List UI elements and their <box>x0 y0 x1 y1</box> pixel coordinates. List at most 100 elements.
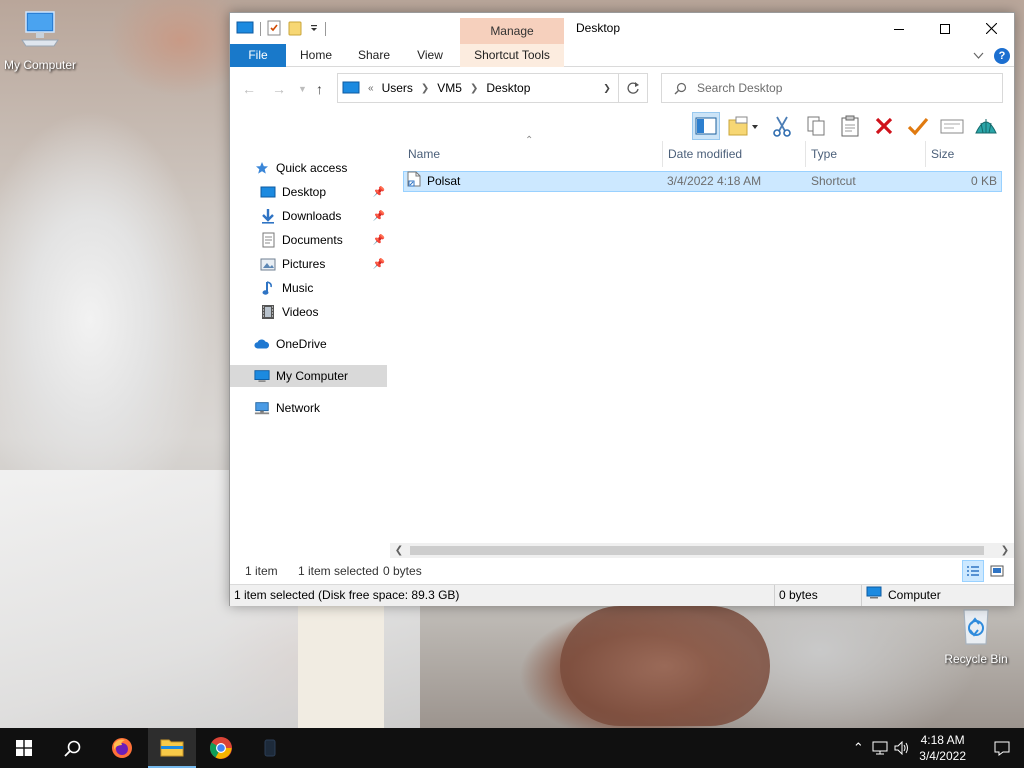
location-zone: Computer <box>862 585 1014 606</box>
navigation-pane-icon <box>695 117 717 135</box>
nav-music[interactable]: Music <box>260 277 387 299</box>
selection-bytes: 0 bytes <box>775 585 862 606</box>
title-bar[interactable]: Manage Desktop <box>230 13 1014 44</box>
navigation-pane-button[interactable] <box>692 112 720 140</box>
file-name-cell: Polsat <box>407 171 460 191</box>
selection-count: 1 item selected <box>298 564 379 578</box>
refresh-button[interactable] <box>619 73 648 103</box>
chevron-right-icon[interactable]: ❯ <box>421 83 429 94</box>
document-icon <box>260 232 276 248</box>
ribbon-controls: ? <box>973 48 1010 64</box>
horizontal-scrollbar[interactable]: ❮ ❯ <box>390 543 1014 558</box>
column-header-name[interactable]: Name <box>403 141 663 167</box>
desktop-icon-my-computer[interactable]: My Computer <box>0 10 80 72</box>
chevron-right-icon[interactable]: ❯ <box>470 83 478 94</box>
nav-pinned-pictures[interactable]: Pictures 📌 <box>260 253 387 275</box>
clock[interactable]: 4:18 AM 3/4/2022 <box>919 732 966 764</box>
nav-pinned-downloads[interactable]: Downloads 📌 <box>260 205 387 227</box>
copy-button[interactable] <box>802 112 830 140</box>
cut-button[interactable] <box>768 112 796 140</box>
scroll-right-icon[interactable]: ❯ <box>998 543 1012 558</box>
folder-icon <box>160 739 184 757</box>
recent-locations-icon[interactable]: ▼ <box>298 84 307 94</box>
tab-share[interactable]: Share <box>350 44 398 67</box>
file-explorer-taskbar-button[interactable] <box>148 728 196 768</box>
expand-ribbon-icon[interactable] <box>973 49 984 63</box>
close-button[interactable] <box>968 13 1014 44</box>
nav-pinned-desktop[interactable]: Desktop 📌 <box>260 181 387 203</box>
properties-icon[interactable] <box>267 20 281 39</box>
nav-network[interactable]: Network <box>254 397 387 419</box>
toolbar-separator <box>325 22 326 36</box>
column-header-type[interactable]: Type <box>806 141 926 167</box>
details-view-button[interactable] <box>962 560 984 582</box>
properties-card-icon <box>940 119 964 134</box>
taskbar: ⌃ 4:18 AM 3/4/2022 <box>0 728 1024 768</box>
scrollbar-thumb[interactable] <box>410 546 984 555</box>
network-tray-icon[interactable] <box>869 728 891 768</box>
maximize-button[interactable] <box>922 13 968 44</box>
nav-videos[interactable]: Videos <box>260 301 387 323</box>
new-folder-icon[interactable] <box>287 20 303 39</box>
paste-button[interactable] <box>836 112 864 140</box>
pinned-app-taskbar-button[interactable] <box>246 728 294 768</box>
tab-shortcut-tools[interactable]: Shortcut Tools <box>460 44 564 67</box>
clock-time: 4:18 AM <box>920 733 965 747</box>
back-arrow-icon[interactable]: ← <box>242 81 256 97</box>
nav-pinned-documents[interactable]: Documents 📌 <box>260 229 387 251</box>
shell-icon <box>975 119 997 134</box>
windows-logo-icon <box>16 740 32 756</box>
layout-menu-button[interactable] <box>726 112 762 140</box>
volume-icon[interactable] <box>891 728 913 768</box>
nav-quick-access[interactable]: Quick access <box>254 157 387 179</box>
delete-button[interactable] <box>870 112 898 140</box>
download-arrow-icon <box>260 208 276 224</box>
view-switcher <box>962 560 1008 582</box>
breadcrumb-desktop[interactable]: Desktop <box>486 81 530 95</box>
desktop-icon-label: My Computer <box>3 58 77 72</box>
nav-label: OneDrive <box>276 337 327 351</box>
search-icon <box>63 740 80 757</box>
command-toolbar <box>692 111 1000 141</box>
pin-icon: 📌 <box>372 210 385 222</box>
column-header-size[interactable]: Size <box>926 141 1004 167</box>
nav-label: My Computer <box>276 369 349 383</box>
firefox-taskbar-button[interactable] <box>98 728 146 768</box>
breadcrumb-users[interactable]: Users <box>382 81 413 95</box>
column-header-date-modified[interactable]: Date modified <box>663 141 806 167</box>
scroll-left-icon[interactable]: ❮ <box>392 543 406 558</box>
tab-file[interactable]: File <box>230 44 286 67</box>
customize-toolbar-dropdown-icon[interactable] <box>309 22 319 36</box>
large-icons-view-button[interactable] <box>986 560 1008 582</box>
up-arrow-icon[interactable]: ↑ <box>316 81 323 97</box>
system-tray: ⌃ 4:18 AM 3/4/2022 <box>847 728 1024 768</box>
start-button[interactable] <box>0 728 48 768</box>
desktop-folder-icon <box>260 184 276 200</box>
breadcrumb-vm5[interactable]: VM5 <box>437 81 462 95</box>
help-icon[interactable]: ? <box>994 48 1010 64</box>
file-row[interactable]: Polsat 3/4/2022 4:18 AM Shortcut 0 KB <box>403 171 1002 192</box>
notifications-icon[interactable] <box>980 728 1024 768</box>
breadcrumb-overflow[interactable]: « <box>368 83 374 94</box>
status-bar: 1 item 1 item selected 0 bytes <box>230 560 1014 582</box>
forward-arrow-icon[interactable]: → <box>272 81 286 97</box>
tab-home[interactable]: Home <box>292 44 340 67</box>
chrome-taskbar-button[interactable] <box>197 728 245 768</box>
copy-icon <box>807 116 825 136</box>
show-hidden-icons-icon[interactable]: ⌃ <box>847 728 869 768</box>
search-input[interactable] <box>697 81 977 95</box>
properties-button[interactable] <box>938 112 966 140</box>
shell-button[interactable] <box>972 112 1000 140</box>
window-app-icon[interactable] <box>236 21 254 38</box>
search-taskbar-button[interactable] <box>48 728 96 768</box>
address-bar[interactable]: « Users ❯ VM5 ❯ Desktop ❯ <box>337 73 619 103</box>
search-box[interactable] <box>661 73 1003 103</box>
minimize-button[interactable] <box>876 13 922 44</box>
nav-my-computer[interactable]: My Computer <box>230 365 387 387</box>
desktop-icon-recycle-bin[interactable]: Recycle Bin <box>936 606 1016 666</box>
cloud-icon <box>254 336 270 352</box>
address-dropdown-icon[interactable]: ❯ <box>596 83 618 94</box>
rename-button[interactable] <box>904 112 932 140</box>
nav-onedrive[interactable]: OneDrive <box>254 333 387 355</box>
tab-view[interactable]: View <box>406 44 454 67</box>
